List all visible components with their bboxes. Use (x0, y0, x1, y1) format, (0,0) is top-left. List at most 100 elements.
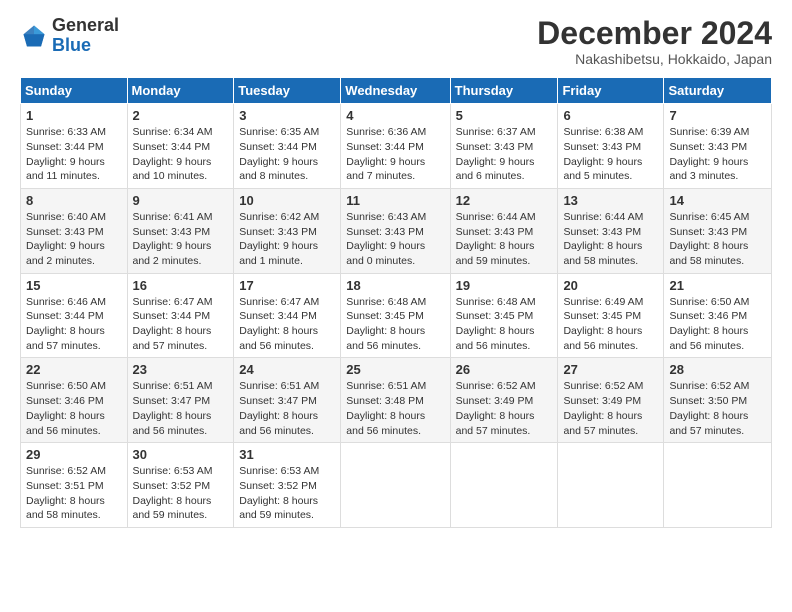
header: General Blue December 2024 Nakashibetsu,… (20, 16, 772, 67)
day-info: Sunrise: 6:34 AM Sunset: 3:44 PM Dayligh… (133, 126, 213, 182)
day-number: 1 (26, 108, 122, 123)
day-number: 3 (239, 108, 335, 123)
day-info: Sunrise: 6:51 AM Sunset: 3:47 PM Dayligh… (133, 380, 213, 436)
calendar-cell: 13Sunrise: 6:44 AM Sunset: 3:43 PM Dayli… (558, 188, 664, 273)
calendar-cell: 30 Sunrise: 6:53 AM Sunset: 3:52 PM Dayli… (127, 443, 234, 528)
weekday-wednesday: Wednesday (341, 78, 450, 104)
calendar-week-4: 29 Sunrise: 6:52 AM Sunset: 3:51 PM Dayli… (21, 443, 772, 528)
calendar-table: SundayMondayTuesdayWednesdayThursdayFrid… (20, 77, 772, 528)
calendar-week-2: 15 Sunrise: 6:46 AM Sunset: 3:44 PM Dayli… (21, 273, 772, 358)
calendar-cell: 9 Sunrise: 6:41 AM Sunset: 3:43 PM Daylig… (127, 188, 234, 273)
calendar-cell: 1 Sunrise: 6:33 AM Sunset: 3:44 PM Daylig… (21, 104, 128, 189)
calendar-cell: 19Sunrise: 6:48 AM Sunset: 3:45 PM Dayli… (450, 273, 558, 358)
day-number: 21 (669, 278, 766, 293)
page: General Blue December 2024 Nakashibetsu,… (0, 0, 792, 538)
day-info: Sunrise: 6:52 AM Sunset: 3:49 PM Dayligh… (456, 380, 536, 436)
weekday-header-row: SundayMondayTuesdayWednesdayThursdayFrid… (21, 78, 772, 104)
calendar-cell (341, 443, 450, 528)
calendar-cell: 6 Sunrise: 6:38 AM Sunset: 3:43 PM Daylig… (558, 104, 664, 189)
day-number: 29 (26, 447, 122, 462)
calendar-cell: 10 Sunrise: 6:42 AM Sunset: 3:43 PM Dayli… (234, 188, 341, 273)
day-number: 15 (26, 278, 122, 293)
day-number: 2 (133, 108, 229, 123)
month-title: December 2024 (537, 16, 772, 51)
calendar-cell: 3Sunrise: 6:35 AM Sunset: 3:44 PM Daylig… (234, 104, 341, 189)
day-info: Sunrise: 6:52 AM Sunset: 3:51 PM Dayligh… (26, 465, 106, 521)
calendar-cell: 12 Sunrise: 6:44 AM Sunset: 3:43 PM Dayli… (450, 188, 558, 273)
calendar-cell: 16Sunrise: 6:47 AM Sunset: 3:44 PM Dayli… (127, 273, 234, 358)
day-info: Sunrise: 6:50 AM Sunset: 3:46 PM Dayligh… (669, 296, 749, 352)
day-number: 5 (456, 108, 553, 123)
day-info: Sunrise: 6:38 AM Sunset: 3:43 PM Dayligh… (563, 126, 643, 182)
calendar-cell: 27 Sunrise: 6:52 AM Sunset: 3:49 PM Dayli… (558, 358, 664, 443)
day-number: 14 (669, 193, 766, 208)
calendar-cell: 2 Sunrise: 6:34 AM Sunset: 3:44 PM Daylig… (127, 104, 234, 189)
calendar-cell: 25 Sunrise: 6:51 AM Sunset: 3:48 PM Dayli… (341, 358, 450, 443)
logo-icon (20, 22, 48, 50)
logo-blue: Blue (52, 36, 119, 56)
day-info: Sunrise: 6:44 AM Sunset: 3:43 PM Dayligh… (563, 211, 643, 267)
calendar-cell: 23 Sunrise: 6:51 AM Sunset: 3:47 PM Dayli… (127, 358, 234, 443)
day-info: Sunrise: 6:41 AM Sunset: 3:43 PM Dayligh… (133, 211, 213, 267)
weekday-monday: Monday (127, 78, 234, 104)
day-info: Sunrise: 6:47 AM Sunset: 3:44 PM Dayligh… (239, 296, 319, 352)
day-info: Sunrise: 6:53 AM Sunset: 3:52 PM Dayligh… (239, 465, 319, 521)
title-block: December 2024 Nakashibetsu, Hokkaido, Ja… (537, 16, 772, 67)
day-number: 26 (456, 362, 553, 377)
weekday-tuesday: Tuesday (234, 78, 341, 104)
calendar-cell: 26 Sunrise: 6:52 AM Sunset: 3:49 PM Dayli… (450, 358, 558, 443)
calendar-cell: 5Sunrise: 6:37 AM Sunset: 3:43 PM Daylig… (450, 104, 558, 189)
day-number: 27 (563, 362, 658, 377)
day-info: Sunrise: 6:52 AM Sunset: 3:49 PM Dayligh… (563, 380, 643, 436)
calendar-cell: 18 Sunrise: 6:48 AM Sunset: 3:45 PM Dayli… (341, 273, 450, 358)
day-info: Sunrise: 6:51 AM Sunset: 3:47 PM Dayligh… (239, 380, 319, 436)
day-number: 10 (239, 193, 335, 208)
weekday-friday: Friday (558, 78, 664, 104)
calendar-cell: 11Sunrise: 6:43 AM Sunset: 3:43 PM Dayli… (341, 188, 450, 273)
logo-general: General (52, 16, 119, 36)
day-info: Sunrise: 6:33 AM Sunset: 3:44 PM Dayligh… (26, 126, 106, 182)
calendar-cell: 31Sunrise: 6:53 AM Sunset: 3:52 PM Dayli… (234, 443, 341, 528)
day-info: Sunrise: 6:36 AM Sunset: 3:44 PM Dayligh… (346, 126, 426, 182)
day-info: Sunrise: 6:51 AM Sunset: 3:48 PM Dayligh… (346, 380, 426, 436)
calendar-cell: 14 Sunrise: 6:45 AM Sunset: 3:43 PM Dayli… (664, 188, 772, 273)
day-number: 4 (346, 108, 444, 123)
day-number: 7 (669, 108, 766, 123)
day-number: 9 (133, 193, 229, 208)
day-number: 6 (563, 108, 658, 123)
calendar-cell: 20 Sunrise: 6:49 AM Sunset: 3:45 PM Dayli… (558, 273, 664, 358)
day-number: 12 (456, 193, 553, 208)
day-info: Sunrise: 6:44 AM Sunset: 3:43 PM Dayligh… (456, 211, 536, 267)
day-number: 18 (346, 278, 444, 293)
day-info: Sunrise: 6:40 AM Sunset: 3:43 PM Dayligh… (26, 211, 106, 267)
calendar-cell: 28Sunrise: 6:52 AM Sunset: 3:50 PM Dayli… (664, 358, 772, 443)
day-info: Sunrise: 6:49 AM Sunset: 3:45 PM Dayligh… (563, 296, 643, 352)
day-number: 24 (239, 362, 335, 377)
location: Nakashibetsu, Hokkaido, Japan (537, 51, 772, 67)
day-number: 23 (133, 362, 229, 377)
day-number: 20 (563, 278, 658, 293)
calendar-cell: 17Sunrise: 6:47 AM Sunset: 3:44 PM Dayli… (234, 273, 341, 358)
calendar-cell: 8Sunrise: 6:40 AM Sunset: 3:43 PM Daylig… (21, 188, 128, 273)
day-info: Sunrise: 6:50 AM Sunset: 3:46 PM Dayligh… (26, 380, 106, 436)
calendar-cell: 29 Sunrise: 6:52 AM Sunset: 3:51 PM Dayli… (21, 443, 128, 528)
day-number: 25 (346, 362, 444, 377)
logo-text: General Blue (52, 16, 119, 56)
calendar-cell: 7Sunrise: 6:39 AM Sunset: 3:43 PM Daylig… (664, 104, 772, 189)
calendar-cell: 4 Sunrise: 6:36 AM Sunset: 3:44 PM Daylig… (341, 104, 450, 189)
day-info: Sunrise: 6:53 AM Sunset: 3:52 PM Dayligh… (133, 465, 213, 521)
calendar-week-0: 1 Sunrise: 6:33 AM Sunset: 3:44 PM Daylig… (21, 104, 772, 189)
day-info: Sunrise: 6:43 AM Sunset: 3:43 PM Dayligh… (346, 211, 426, 267)
day-info: Sunrise: 6:48 AM Sunset: 3:45 PM Dayligh… (346, 296, 426, 352)
weekday-saturday: Saturday (664, 78, 772, 104)
weekday-sunday: Sunday (21, 78, 128, 104)
day-info: Sunrise: 6:46 AM Sunset: 3:44 PM Dayligh… (26, 296, 106, 352)
day-info: Sunrise: 6:45 AM Sunset: 3:43 PM Dayligh… (669, 211, 749, 267)
day-number: 22 (26, 362, 122, 377)
day-number: 30 (133, 447, 229, 462)
day-info: Sunrise: 6:52 AM Sunset: 3:50 PM Dayligh… (669, 380, 749, 436)
calendar-cell: 22 Sunrise: 6:50 AM Sunset: 3:46 PM Dayli… (21, 358, 128, 443)
day-info: Sunrise: 6:42 AM Sunset: 3:43 PM Dayligh… (239, 211, 319, 267)
weekday-thursday: Thursday (450, 78, 558, 104)
calendar-cell: 21 Sunrise: 6:50 AM Sunset: 3:46 PM Dayli… (664, 273, 772, 358)
